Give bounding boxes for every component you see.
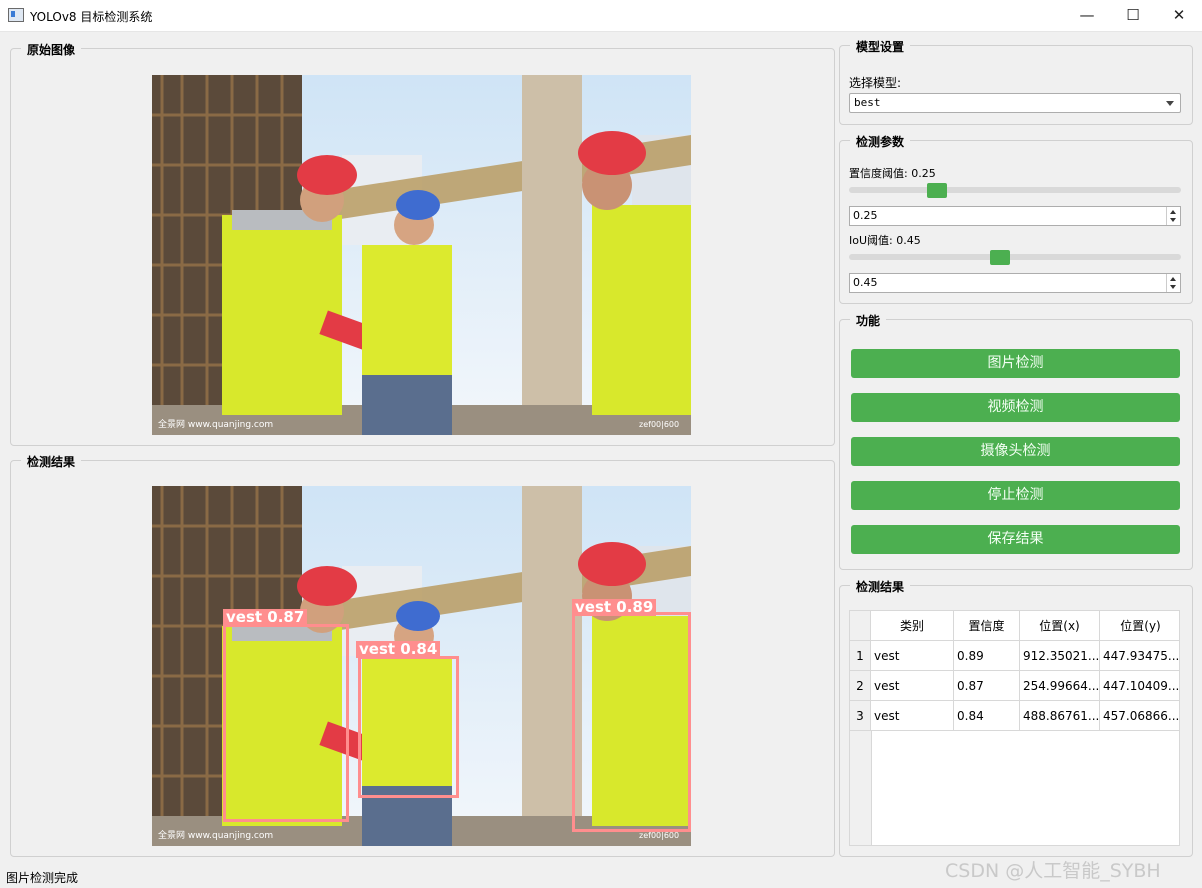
detection-box xyxy=(358,656,459,798)
video-detect-button[interactable]: 视频检测 xyxy=(851,393,1180,422)
detection-params-title: 检测参数 xyxy=(850,133,911,150)
iou-value: 0.45 xyxy=(853,276,878,289)
table-cell[interactable]: 912.35021... xyxy=(1020,641,1100,671)
model-select-label: 选择模型: xyxy=(849,76,902,90)
confidence-value: 0.25 xyxy=(853,209,878,222)
table-cell[interactable]: 447.93475... xyxy=(1100,641,1179,671)
confidence-slider-handle[interactable] xyxy=(927,183,947,198)
spin-buttons[interactable] xyxy=(1166,274,1180,292)
model-settings-title: 模型设置 xyxy=(850,38,911,55)
table-header[interactable]: 类别 xyxy=(871,611,954,641)
chevron-down-icon xyxy=(1166,101,1174,106)
spin-up-icon[interactable] xyxy=(1170,210,1176,214)
image-detect-button[interactable]: 图片检测 xyxy=(851,349,1180,378)
detection-label: vest 0.84 xyxy=(356,641,441,658)
spin-down-icon[interactable] xyxy=(1170,285,1176,289)
functions-title: 功能 xyxy=(850,312,887,329)
results-table-title: 检测结果 xyxy=(850,578,911,595)
close-button[interactable]: ✕ xyxy=(1156,0,1202,31)
save-results-button[interactable]: 保存结果 xyxy=(851,525,1180,554)
table-cell[interactable]: vest xyxy=(871,641,954,671)
confidence-slider[interactable] xyxy=(849,187,1181,193)
table-cell[interactable]: 447.10409... xyxy=(1100,671,1179,701)
maximize-button[interactable]: ☐ xyxy=(1110,0,1156,31)
photo-watermark-right: zef00|600 xyxy=(639,420,679,429)
table-cell[interactable]: 254.99664... xyxy=(1020,671,1100,701)
construction-workers-photo: 全景网 www.quanjing.com zef00|600 xyxy=(152,75,691,435)
minimize-button[interactable]: — xyxy=(1064,0,1110,31)
detection-box xyxy=(572,612,691,832)
camera-detect-button[interactable]: 摄像头检测 xyxy=(851,437,1180,466)
spin-down-icon[interactable] xyxy=(1170,218,1176,222)
app-window-icon xyxy=(8,8,24,22)
row-header[interactable]: 3 xyxy=(850,701,871,731)
table-header[interactable]: 置信度 xyxy=(954,611,1020,641)
original-image: 全景网 www.quanjing.com zef00|600 xyxy=(152,75,691,435)
table-cell[interactable]: 0.87 xyxy=(954,671,1020,701)
iou-spinbox[interactable]: 0.45 xyxy=(849,273,1181,293)
spin-buttons[interactable] xyxy=(1166,207,1180,225)
detection-label: vest 0.89 xyxy=(572,599,657,616)
row-header[interactable]: 2 xyxy=(850,671,871,701)
model-select[interactable]: best xyxy=(849,93,1181,113)
confidence-spinbox[interactable]: 0.25 xyxy=(849,206,1181,226)
table-cell[interactable]: 488.86761... xyxy=(1020,701,1100,731)
spin-up-icon[interactable] xyxy=(1170,277,1176,281)
table-header[interactable]: 位置(y) xyxy=(1100,611,1179,641)
row-header[interactable]: 1 xyxy=(850,641,871,671)
window-title: YOLOv8 目标检测系统 xyxy=(30,10,153,24)
results-table[interactable]: 类别 置信度 位置(x) 位置(y) 1 vest 0.89 912.35021… xyxy=(849,610,1180,846)
detection-label: vest 0.87 xyxy=(223,609,308,626)
table-cell[interactable]: 0.89 xyxy=(954,641,1020,671)
confidence-threshold-label: 置信度阈值: 0.25 xyxy=(849,167,936,180)
iou-slider-handle[interactable] xyxy=(990,250,1010,265)
title-bar: YOLOv8 目标检测系统 — ☐ ✕ xyxy=(0,0,1202,32)
table-header[interactable]: 位置(x) xyxy=(1020,611,1100,641)
table-corner[interactable] xyxy=(850,611,871,641)
photo-watermark-left: 全景网 www.quanjing.com xyxy=(158,418,273,430)
table-cell[interactable]: vest xyxy=(871,701,954,731)
photo-watermark-left: 全景网 www.quanjing.com xyxy=(158,829,273,841)
table-cell[interactable]: vest xyxy=(871,671,954,701)
iou-slider[interactable] xyxy=(849,254,1181,260)
model-select-value: best xyxy=(854,96,881,109)
photo-watermark-right: zef00|600 xyxy=(639,831,679,840)
table-cell[interactable]: 457.06866... xyxy=(1100,701,1179,731)
row-header-filler xyxy=(850,731,872,845)
csdn-watermark: CSDN @人工智能_SYBH xyxy=(945,860,1161,882)
status-bar-text: 图片检测完成 xyxy=(6,871,79,885)
detection-box xyxy=(223,624,349,822)
original-image-title: 原始图像 xyxy=(21,41,82,58)
iou-threshold-label: IoU阈值: 0.45 xyxy=(849,234,921,247)
detection-image: 全景网 www.quanjing.com zef00|600 vest 0.89… xyxy=(152,486,691,846)
table-cell[interactable]: 0.84 xyxy=(954,701,1020,731)
stop-detect-button[interactable]: 停止检测 xyxy=(851,481,1180,510)
detection-image-title: 检测结果 xyxy=(21,453,82,470)
